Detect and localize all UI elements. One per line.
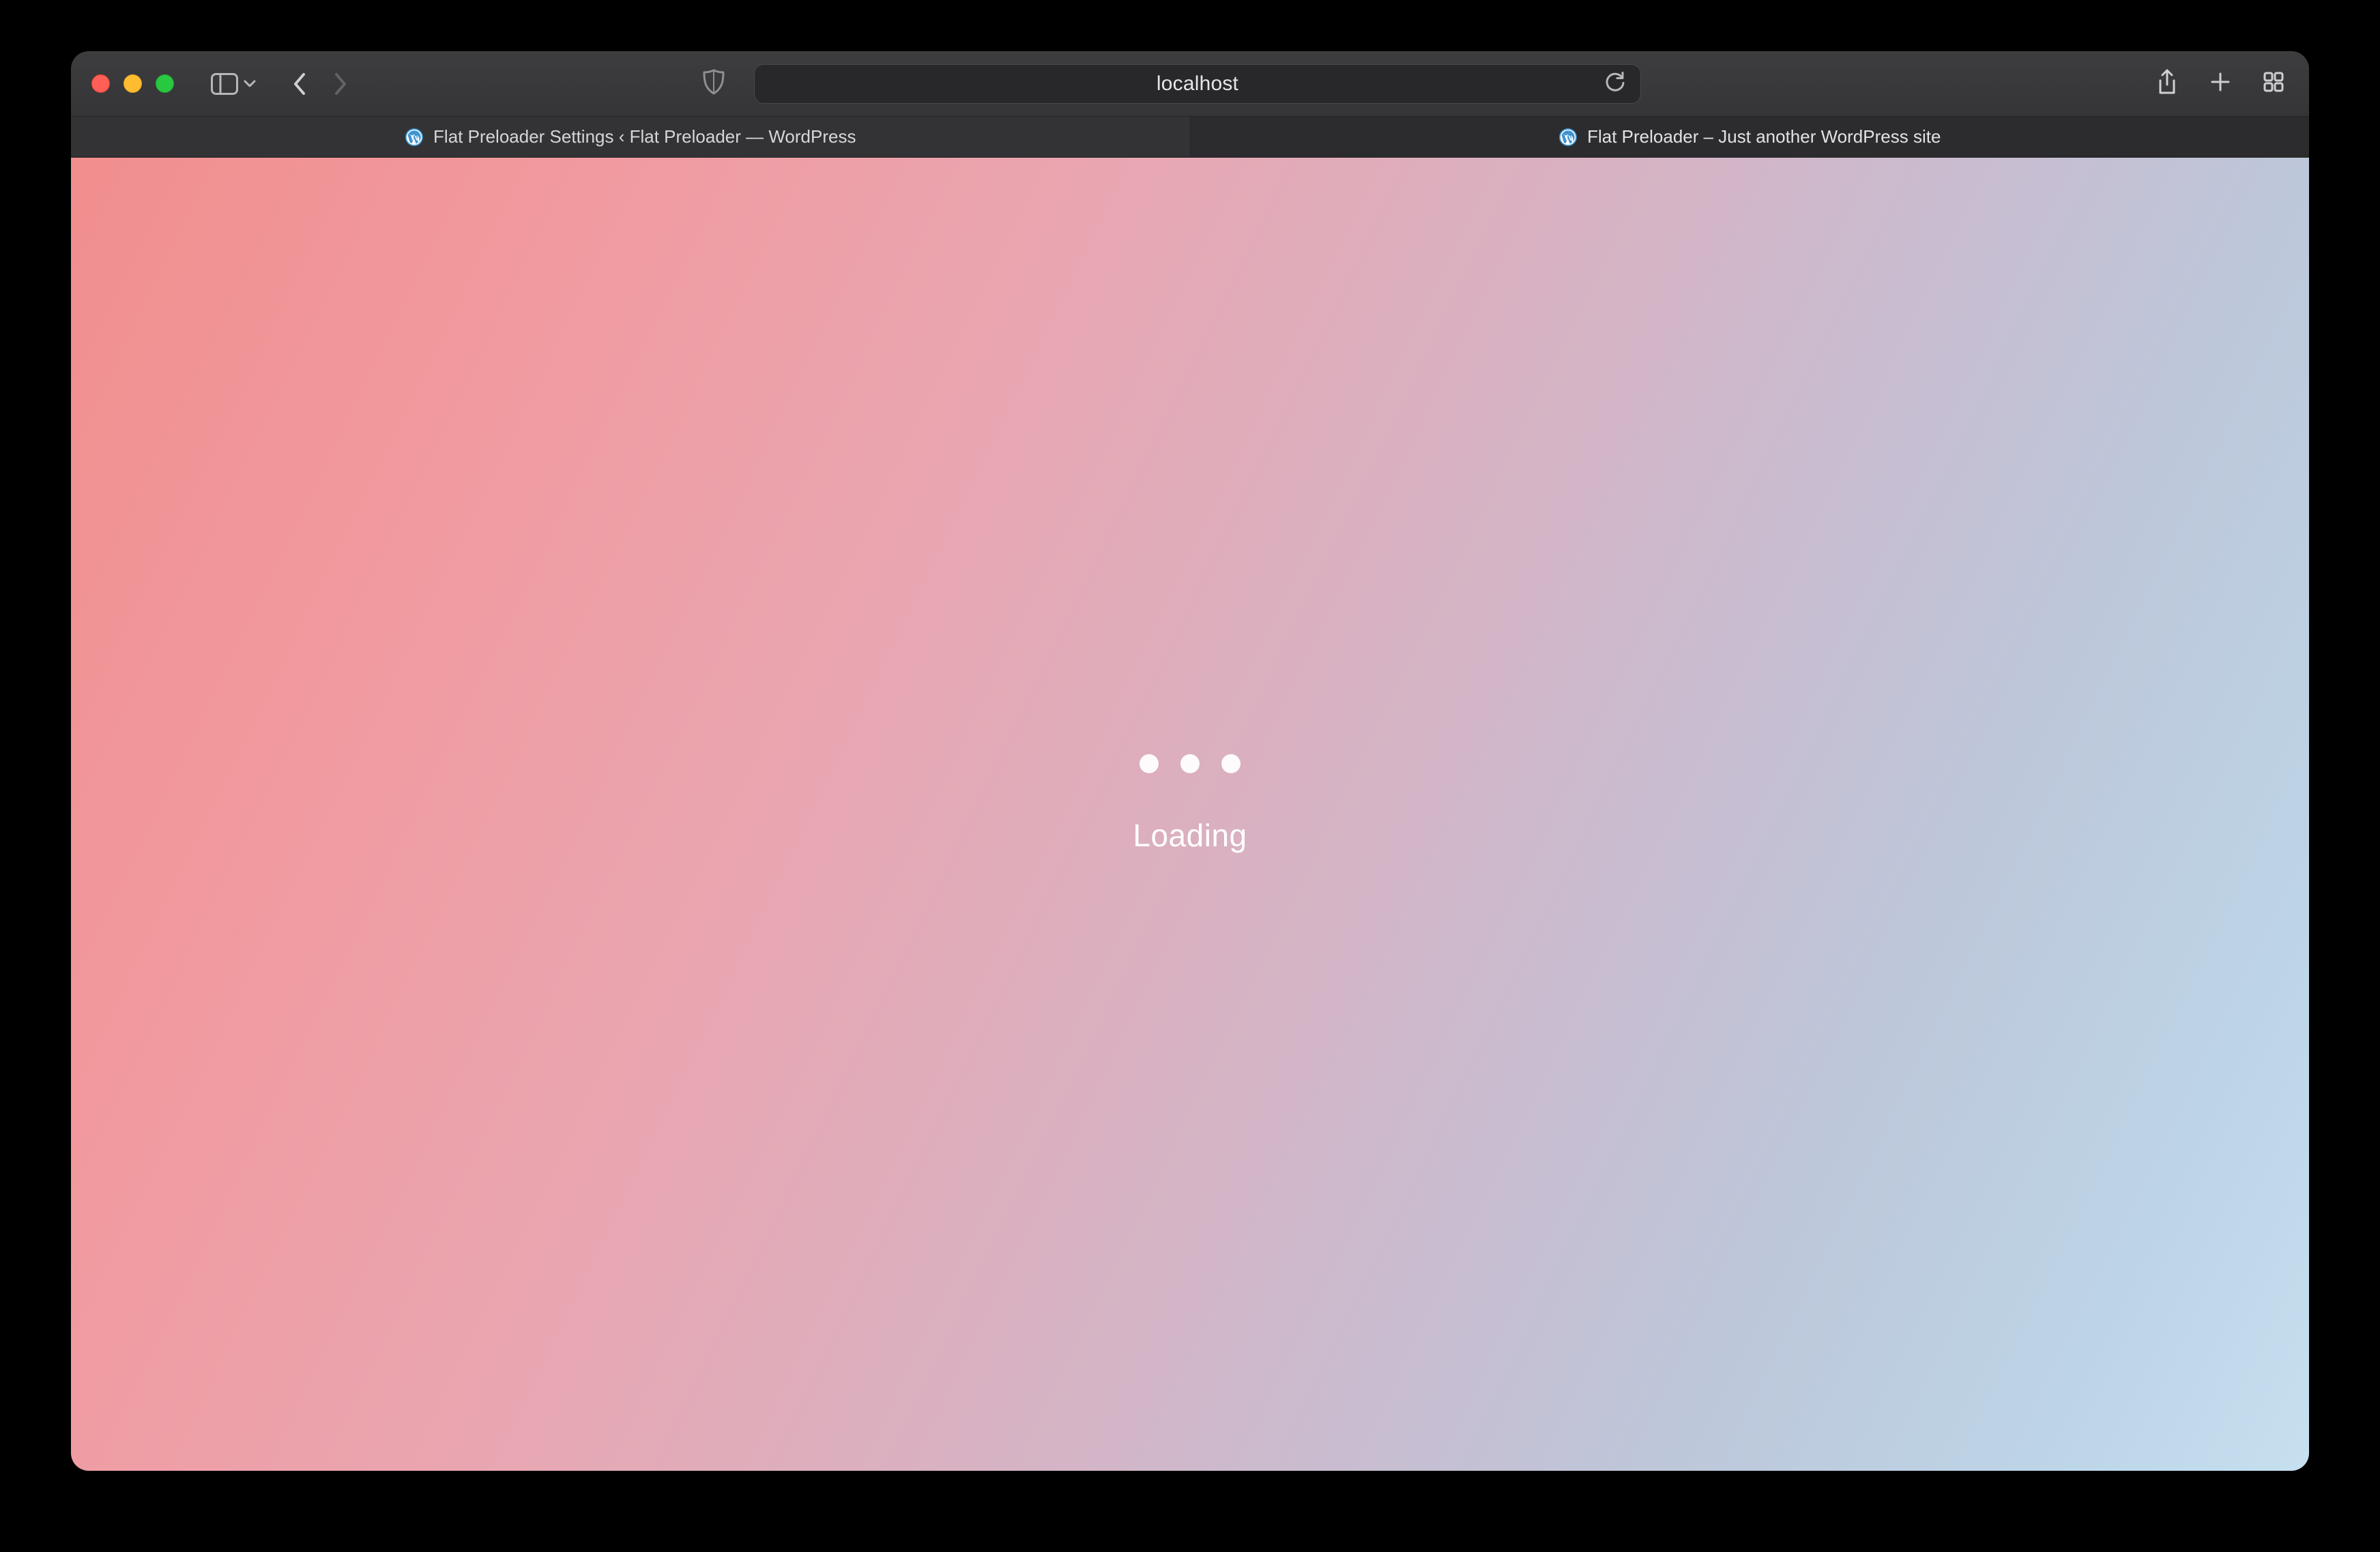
privacy-report-button[interactable] xyxy=(702,69,725,98)
tab-strip: Flat Preloader Settings ‹ Flat Preloader… xyxy=(71,117,2309,158)
tab-settings[interactable]: Flat Preloader Settings ‹ Flat Preloader… xyxy=(71,117,1191,157)
page-viewport: Loading xyxy=(71,158,2309,1471)
url-bar[interactable]: localhost xyxy=(754,64,1641,104)
url-host: localhost xyxy=(1157,72,1238,96)
window-close-button[interactable] xyxy=(91,74,110,93)
safari-window: localhost xyxy=(71,51,2309,1471)
navigation-buttons xyxy=(291,72,349,96)
safari-toolbar: localhost xyxy=(71,51,2309,117)
tab-site-frontend[interactable]: Flat Preloader – Just another WordPress … xyxy=(1191,117,2310,157)
window-fullscreen-button[interactable] xyxy=(156,74,174,93)
grid-icon xyxy=(2263,71,2284,93)
tab-label: Flat Preloader – Just another WordPress … xyxy=(1587,126,1941,147)
back-button[interactable] xyxy=(291,72,306,96)
reload-icon xyxy=(1605,71,1625,93)
preloader-text: Loading xyxy=(1133,817,1247,854)
shield-icon xyxy=(702,69,725,95)
window-minimize-button[interactable] xyxy=(124,74,142,93)
sidebar-icon xyxy=(211,73,238,95)
preloader-dot xyxy=(1221,754,1240,773)
preloader-dot xyxy=(1180,754,1200,773)
chevron-down-icon xyxy=(244,80,256,88)
new-tab-button[interactable] xyxy=(2209,71,2231,96)
wordpress-icon xyxy=(1558,128,1578,147)
reload-button[interactable] xyxy=(1605,71,1625,96)
toolbar-right xyxy=(2156,68,2284,99)
sidebar-toggle-button[interactable] xyxy=(211,73,256,95)
tab-label: Flat Preloader Settings ‹ Flat Preloader… xyxy=(433,126,856,147)
tab-overview-button[interactable] xyxy=(2263,71,2284,96)
chevron-left-icon xyxy=(291,72,306,96)
preloader-dots xyxy=(1140,754,1240,773)
plus-icon xyxy=(2209,71,2231,93)
preloader-dot xyxy=(1140,754,1159,773)
share-button[interactable] xyxy=(2156,68,2178,99)
chevron-right-icon xyxy=(334,72,349,96)
preloader-overlay: Loading xyxy=(71,158,2309,1471)
share-icon xyxy=(2156,68,2178,96)
wordpress-icon xyxy=(405,128,424,147)
window-controls xyxy=(91,74,174,93)
forward-button[interactable] xyxy=(334,72,349,96)
